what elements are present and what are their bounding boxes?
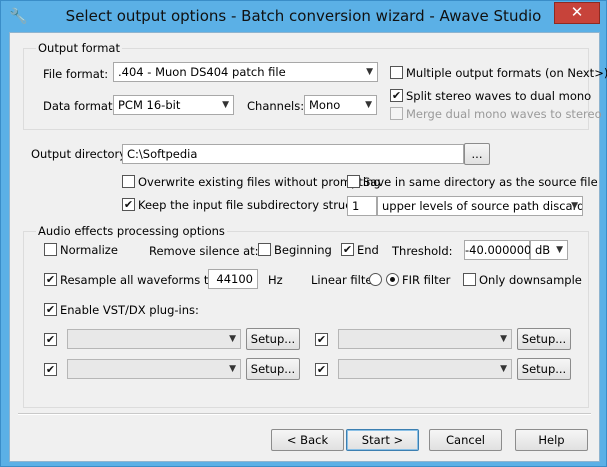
resample-label: Resample all waveforms to: bbox=[60, 273, 220, 287]
multiple-formats-checkbox[interactable] bbox=[390, 66, 403, 79]
plugin-2-setup-button[interactable]: Setup... bbox=[517, 328, 571, 350]
linear-filter-radio[interactable] bbox=[369, 273, 382, 286]
close-button[interactable]: ✕ bbox=[554, 2, 600, 24]
threshold-input[interactable]: -40.000000 bbox=[464, 240, 531, 260]
only-downsample-label: Only downsample bbox=[479, 273, 582, 287]
merge-dual-mono-label: Merge dual mono waves to stereo bbox=[406, 107, 602, 121]
wizard-window: 🔧 Select output options - Batch conversi… bbox=[0, 0, 607, 467]
data-format-value: PCM 16-bit bbox=[118, 98, 181, 112]
merge-dual-mono-checkbox[interactable] bbox=[390, 107, 403, 120]
chevron-down-icon: ▼ bbox=[571, 201, 578, 211]
chevron-down-icon: ▼ bbox=[222, 100, 229, 110]
data-format-select[interactable]: PCM 16-bit ▼ bbox=[113, 95, 234, 115]
threshold-unit-value: dB bbox=[535, 243, 551, 257]
chevron-down-icon: ▼ bbox=[229, 334, 236, 344]
remove-silence-label: Remove silence at: bbox=[149, 244, 259, 258]
linear-filter-label: Linear filter bbox=[311, 273, 378, 287]
levels-mode-select[interactable]: upper levels of source path discarded ▼ bbox=[377, 196, 583, 216]
data-format-label: Data format: bbox=[43, 99, 117, 113]
vst-plugins-label: Enable VST/DX plug-ins: bbox=[60, 303, 199, 317]
file-format-select[interactable]: .404 - Muon DS404 patch file ▼ bbox=[113, 62, 378, 82]
plugin-1-setup-button[interactable]: Setup... bbox=[246, 328, 300, 350]
chevron-down-icon: ▼ bbox=[556, 245, 563, 255]
overwrite-checkbox[interactable] bbox=[122, 175, 135, 188]
title-bar[interactable]: 🔧 Select output options - Batch conversi… bbox=[1, 1, 606, 31]
plugin-1-checkbox[interactable]: ✔ bbox=[44, 333, 57, 346]
chevron-down-icon: ▼ bbox=[366, 67, 373, 77]
plugin-4-select[interactable]: ▼ bbox=[338, 359, 512, 379]
output-format-group-label: Output format bbox=[36, 41, 122, 55]
threshold-label: Threshold: bbox=[392, 244, 453, 258]
multiple-formats-label: Multiple output formats (on Next>) bbox=[406, 66, 607, 80]
silence-beginning-label: Beginning bbox=[274, 243, 332, 257]
window-title: Select output options - Batch conversion… bbox=[65, 7, 542, 25]
resample-rate-input[interactable]: 44100 bbox=[208, 269, 258, 289]
save-same-directory-checkbox[interactable] bbox=[347, 175, 360, 188]
plugin-2-checkbox[interactable]: ✔ bbox=[315, 333, 328, 346]
overwrite-label: Overwrite existing files without prompti… bbox=[138, 175, 381, 189]
dialog-client-area: Output format File format: .404 - Muon D… bbox=[9, 32, 607, 462]
threshold-unit-select[interactable]: dB ▼ bbox=[530, 240, 568, 260]
channels-label: Channels: bbox=[247, 99, 305, 113]
browse-directory-button[interactable]: ... bbox=[464, 143, 490, 165]
silence-end-label: End bbox=[357, 243, 379, 257]
fir-filter-radio[interactable] bbox=[386, 273, 399, 286]
keep-structure-label: Keep the input file subdirectory structu… bbox=[138, 198, 379, 212]
levels-mode-value: upper levels of source path discarded bbox=[382, 199, 583, 213]
plugin-3-checkbox[interactable]: ✔ bbox=[44, 363, 57, 376]
only-downsample-checkbox[interactable] bbox=[463, 273, 476, 286]
levels-input[interactable]: 1 bbox=[347, 196, 377, 216]
file-format-value: .404 - Muon DS404 patch file bbox=[118, 65, 286, 79]
keep-structure-checkbox[interactable]: ✔ bbox=[122, 198, 135, 211]
plugin-2-select[interactable]: ▼ bbox=[338, 329, 512, 349]
audio-effects-group-label: Audio effects processing options bbox=[36, 224, 227, 238]
silence-beginning-checkbox[interactable] bbox=[258, 243, 271, 256]
silence-end-checkbox[interactable]: ✔ bbox=[341, 243, 354, 256]
vst-plugins-checkbox[interactable]: ✔ bbox=[44, 303, 57, 316]
channels-select[interactable]: Mono ▼ bbox=[304, 95, 377, 115]
plugin-4-checkbox[interactable]: ✔ bbox=[315, 363, 328, 376]
help-button[interactable]: Help bbox=[515, 429, 588, 451]
split-stereo-label: Split stereo waves to dual mono bbox=[406, 89, 592, 103]
file-format-label: File format: bbox=[43, 67, 109, 81]
output-directory-label: Output directory: bbox=[31, 147, 130, 161]
chevron-down-icon: ▼ bbox=[500, 364, 507, 374]
plugin-4-setup-button[interactable]: Setup... bbox=[517, 358, 571, 380]
normalize-label: Normalize bbox=[60, 243, 118, 257]
chevron-down-icon: ▼ bbox=[229, 364, 236, 374]
save-same-directory-label: Save in same directory as the source fil… bbox=[363, 175, 598, 189]
plugin-3-select[interactable]: ▼ bbox=[67, 359, 241, 379]
normalize-checkbox[interactable] bbox=[44, 243, 57, 256]
back-button[interactable]: < Back bbox=[271, 429, 344, 451]
resample-unit-label: Hz bbox=[268, 273, 283, 287]
split-stereo-checkbox[interactable]: ✔ bbox=[390, 89, 403, 102]
footer-separator bbox=[18, 413, 591, 415]
fir-filter-label: FIR filter bbox=[402, 273, 451, 287]
cancel-button[interactable]: Cancel bbox=[429, 429, 502, 451]
plugin-1-select[interactable]: ▼ bbox=[67, 329, 241, 349]
chevron-down-icon: ▼ bbox=[500, 334, 507, 344]
chevron-down-icon: ▼ bbox=[365, 100, 372, 110]
output-directory-input[interactable]: C:\Softpedia bbox=[122, 144, 464, 164]
start-button[interactable]: Start > bbox=[346, 429, 419, 451]
plugin-3-setup-button[interactable]: Setup... bbox=[246, 358, 300, 380]
resample-checkbox[interactable]: ✔ bbox=[44, 273, 57, 286]
channels-value: Mono bbox=[309, 98, 341, 112]
